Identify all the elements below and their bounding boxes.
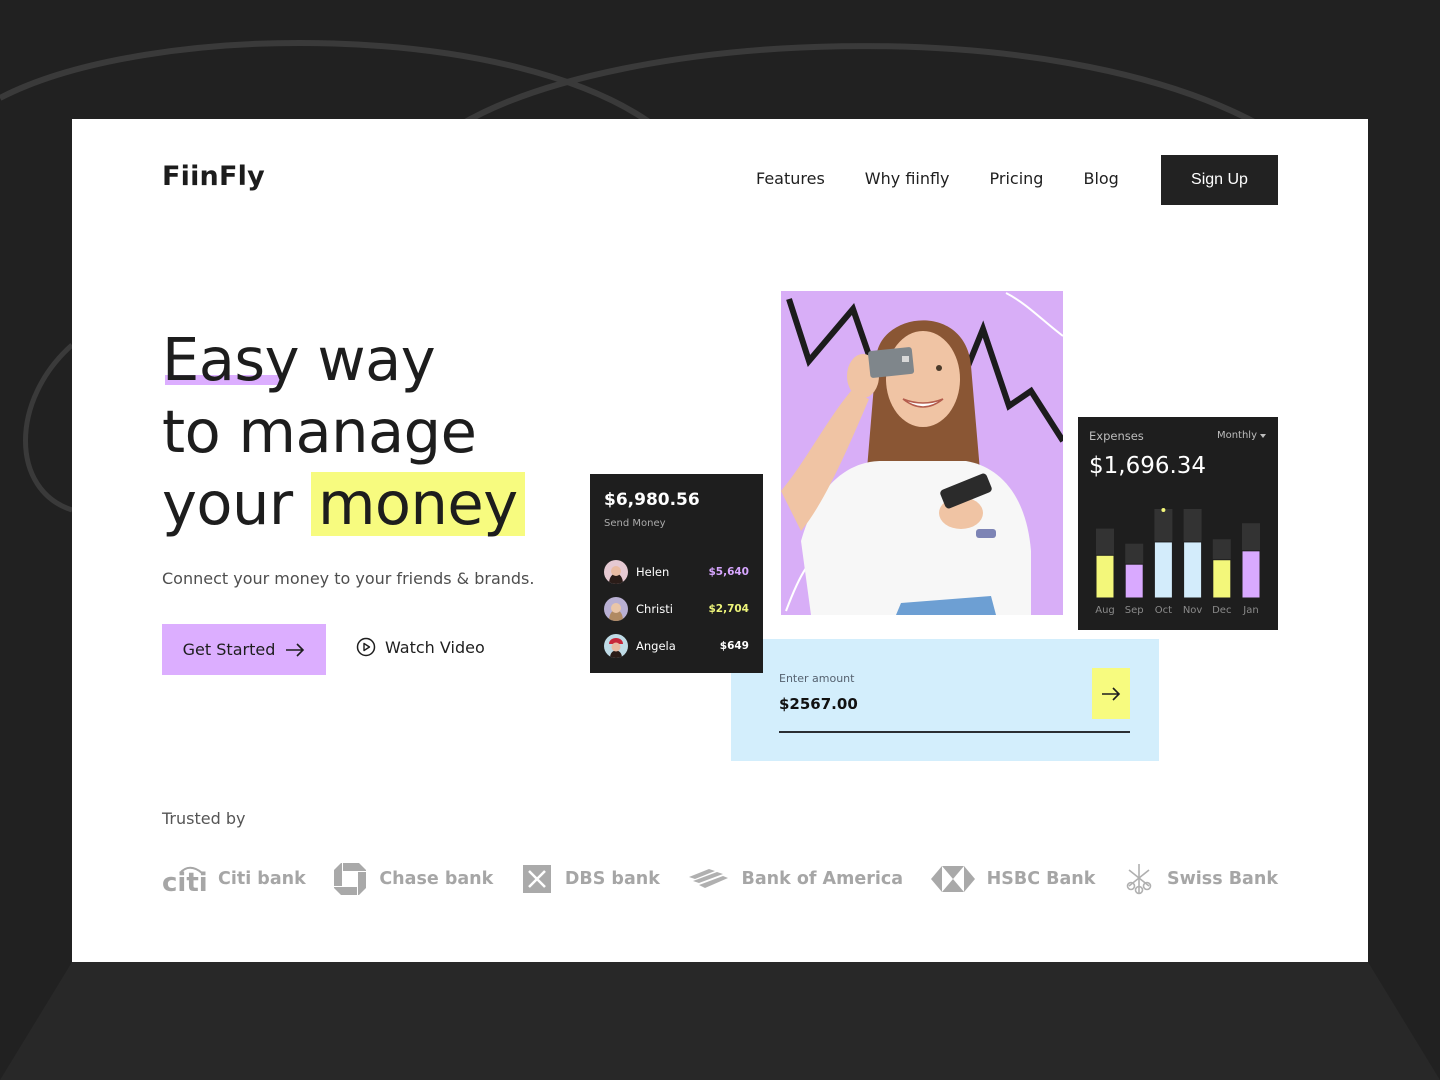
avatar-angela xyxy=(604,633,628,658)
send-money-total: $6,980.56 xyxy=(604,490,700,510)
nav-blog[interactable]: Blog xyxy=(1083,169,1118,188)
hero-title-line-2: to manage xyxy=(162,397,477,466)
brand-citi: citi Citi bank xyxy=(162,863,306,895)
arrow-right-icon xyxy=(286,642,305,657)
hero-word-your: your xyxy=(162,469,293,538)
play-circle-icon xyxy=(356,637,376,657)
hero-title-line-3: your money xyxy=(162,468,525,540)
trusted-by-label: Trusted by xyxy=(162,809,246,828)
hsbc-logo-icon xyxy=(930,866,975,892)
dbs-logo-icon xyxy=(522,865,551,893)
brand-swiss: Swiss Bank xyxy=(1123,862,1278,896)
hero-title-line-1: Easy way xyxy=(162,324,525,396)
citi-logo-icon: citi xyxy=(162,866,206,895)
submit-amount-button[interactable] xyxy=(1092,668,1130,719)
brand-name: Citi bank xyxy=(218,869,306,889)
hero-title: Easy way to manage your money xyxy=(162,324,525,540)
contact-list: Helen $5,640 Christi $2,704 Angela $649 xyxy=(604,553,749,664)
bar-spent-dec[interactable] xyxy=(1212,559,1232,599)
expenses-bar-chart: Aug Sep Oct Nov Dec Jan xyxy=(1095,508,1261,616)
chase-logo-icon xyxy=(334,863,367,895)
logo[interactable]: FiinFly xyxy=(162,161,265,192)
bar-spent-nov[interactable] xyxy=(1183,541,1203,599)
amount-input-label: Enter amount xyxy=(779,672,855,685)
hero-photo xyxy=(781,291,1063,615)
main-nav: Features Why fiinfly Pricing Blog xyxy=(756,169,1159,188)
nav-pricing[interactable]: Pricing xyxy=(990,169,1044,188)
brand-dbs: DBS bank xyxy=(521,863,660,895)
brand-hsbc: HSBC Bank xyxy=(930,866,1096,892)
brand-logos: citi Citi bank Chase bank DBS bank Bank … xyxy=(162,859,1278,899)
x-tick-label: Dec xyxy=(1212,605,1231,616)
watch-video-button[interactable]: Watch Video xyxy=(356,637,485,657)
brand-name: HSBC Bank xyxy=(986,869,1096,889)
send-money-card: $6,980.56 Send Money Helen $5,640 Christ… xyxy=(590,474,763,673)
sign-up-button[interactable]: Sign Up xyxy=(1161,155,1278,205)
hero-word-money-highlight: money xyxy=(310,472,525,536)
contact-amount: $649 xyxy=(719,639,749,652)
amount-input-card: Enter amount xyxy=(731,639,1159,761)
contact-row[interactable]: Angela $649 xyxy=(604,627,749,664)
expenses-amount: $1,696.34 xyxy=(1089,453,1207,479)
landing-page: FiinFly Features Why fiinfly Pricing Blo… xyxy=(72,119,1368,962)
expenses-title: Expenses xyxy=(1089,429,1144,443)
contact-row[interactable]: Helen $5,640 xyxy=(604,553,749,590)
caret-down-icon xyxy=(1260,433,1266,438)
brand-name: Swiss Bank xyxy=(1167,869,1278,889)
x-tick-label: Sep xyxy=(1125,605,1144,616)
highlight-dot xyxy=(1161,508,1166,512)
send-money-label: Send Money xyxy=(604,518,666,529)
get-started-button[interactable]: Get Started xyxy=(162,624,326,675)
brand-name: DBS bank xyxy=(564,869,660,889)
x-tick-label: Jan xyxy=(1242,605,1258,616)
expenses-card: Expenses Monthly $1,696.34 Aug Sep Oct Nov D… xyxy=(1078,417,1278,630)
contact-name: Angela xyxy=(636,638,676,653)
amount-input-underline xyxy=(779,731,1130,733)
contact-name: Helen xyxy=(636,564,670,579)
contact-amount: $2,704 xyxy=(708,602,749,615)
swiss-bank-keys-icon xyxy=(1126,864,1152,895)
x-tick-label: Nov xyxy=(1183,605,1203,616)
get-started-label: Get Started xyxy=(182,640,276,659)
contact-name: Christi xyxy=(636,601,673,616)
period-dropdown[interactable]: Monthly xyxy=(1217,430,1266,441)
bar-spent-sep[interactable] xyxy=(1124,563,1144,599)
nav-features[interactable]: Features xyxy=(756,169,825,188)
watch-video-label: Watch Video xyxy=(385,637,485,657)
brand-chase: Chase bank xyxy=(333,862,493,896)
x-tick-label: Aug xyxy=(1095,605,1115,616)
avatar-helen xyxy=(604,559,628,584)
nav-why-fiinfly[interactable]: Why fiinfly xyxy=(865,169,950,188)
hero-word-way: way xyxy=(317,325,436,394)
x-tick-label: Oct xyxy=(1155,605,1172,616)
brand-bank-of-america: Bank of America xyxy=(687,867,903,891)
brand-name: Bank of America xyxy=(741,869,904,889)
floor-shadow xyxy=(0,962,1440,1080)
bar-spent-oct[interactable] xyxy=(1153,541,1173,599)
period-label: Monthly xyxy=(1216,430,1257,441)
bar-spent-aug[interactable] xyxy=(1095,554,1115,599)
contact-amount: $5,640 xyxy=(708,565,749,578)
hero-word-easy: Easy xyxy=(162,325,300,394)
bank-of-america-logo-icon xyxy=(689,869,729,888)
arrow-right-icon xyxy=(1102,686,1121,701)
woman-with-card-illustration xyxy=(781,291,1063,615)
brand-name: Chase bank xyxy=(379,869,494,889)
bar-spent-jan[interactable] xyxy=(1241,550,1261,599)
hero-subtitle: Connect your money to your friends & bra… xyxy=(162,569,535,588)
avatar-christi xyxy=(604,596,628,621)
contact-row[interactable]: Christi $2,704 xyxy=(604,590,749,627)
amount-input[interactable] xyxy=(779,695,1059,713)
